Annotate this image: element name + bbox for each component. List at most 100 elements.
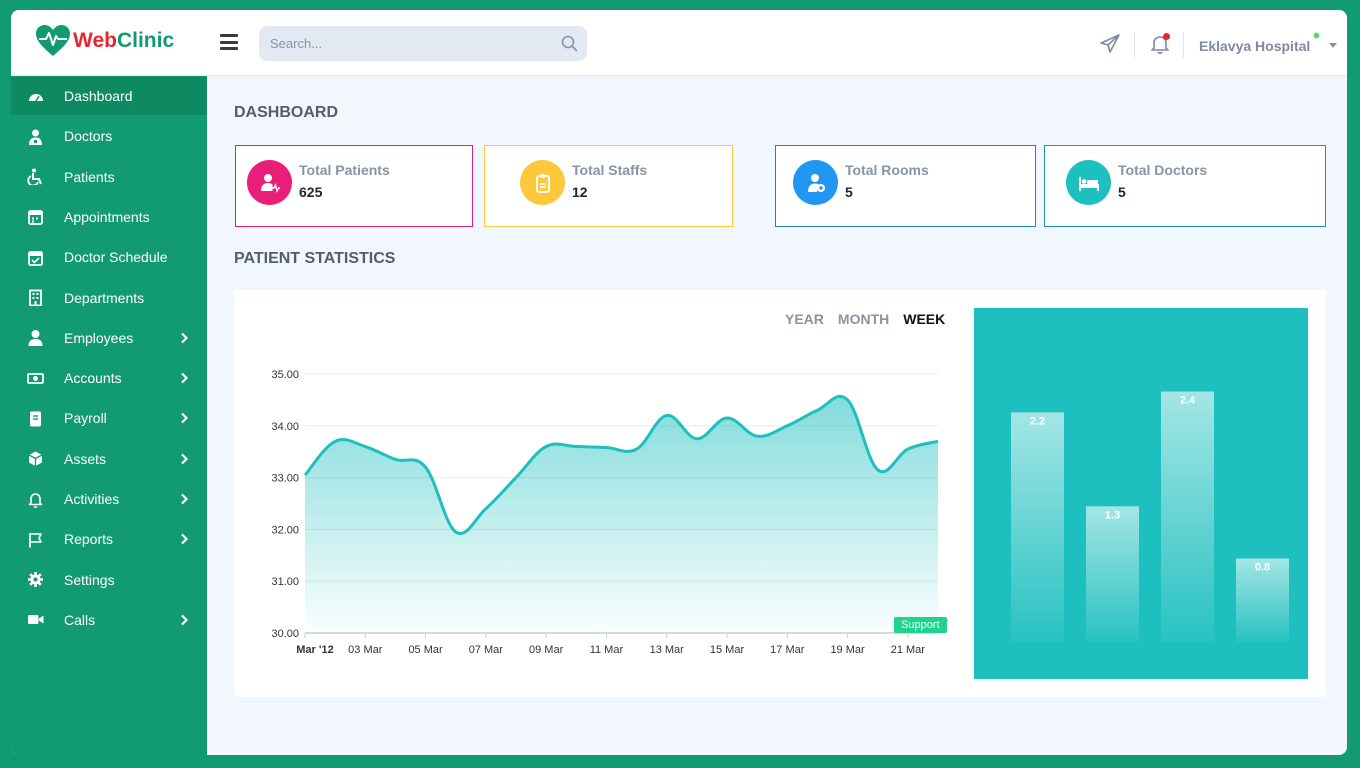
menu-toggle-icon[interactable] bbox=[220, 34, 238, 50]
header-divider bbox=[1183, 32, 1184, 58]
sidebar-item-activities[interactable]: Activities bbox=[11, 480, 207, 518]
bell-icon bbox=[28, 492, 43, 508]
sidebar-item-label: Departments bbox=[64, 289, 145, 306]
bar bbox=[1086, 506, 1139, 642]
y-tick-label: 32.00 bbox=[271, 524, 299, 536]
bar-chart: 2.2 1.3 2.4 0.8 bbox=[1011, 391, 1289, 642]
sidebar-item-label: Settings bbox=[64, 571, 115, 588]
user-menu[interactable]: Eklavya Hospital bbox=[1199, 38, 1310, 54]
stat-card-patients: Total Patients 625 bbox=[235, 145, 473, 227]
sidebar-item-departments[interactable]: Departments bbox=[11, 279, 207, 317]
section-title: PATIENT STATISTICS bbox=[234, 250, 396, 267]
chevron-right-icon bbox=[181, 493, 189, 505]
chevron-right-icon bbox=[181, 413, 189, 424]
sidebar-item-appointments[interactable]: Appointments bbox=[11, 198, 207, 236]
bar-value-label: 2.2 bbox=[1030, 415, 1045, 427]
sidebar-item-payroll[interactable]: Payroll bbox=[11, 399, 207, 437]
logo-web: Web bbox=[73, 29, 117, 52]
header-divider bbox=[1134, 32, 1135, 58]
sidebar-item-label: Patients bbox=[64, 168, 115, 185]
stat-label: Total Rooms bbox=[845, 162, 929, 178]
x-tick-label: 19 Mar bbox=[830, 644, 865, 656]
bed-icon bbox=[1066, 160, 1111, 205]
page-title: DASHBOARD bbox=[234, 104, 338, 121]
sidebar: Dashboard Doctors Patients Appointments Doct… bbox=[11, 76, 207, 755]
tab-year[interactable]: YEAR bbox=[785, 311, 824, 327]
flag-icon bbox=[29, 532, 42, 548]
x-tick-label: 05 Mar bbox=[408, 644, 443, 656]
search-icon[interactable] bbox=[561, 35, 578, 52]
online-status-dot bbox=[1313, 32, 1320, 39]
sidebar-item-patients[interactable]: Patients bbox=[11, 158, 207, 196]
x-tick-label: 13 Mar bbox=[650, 644, 685, 656]
sidebar-item-label: Assets bbox=[64, 450, 107, 467]
sidebar-item-label: Accounts bbox=[64, 370, 122, 387]
sidebar-item-doctors[interactable]: Doctors bbox=[11, 117, 207, 155]
x-tick-label: Mar '12 bbox=[296, 644, 333, 656]
building-icon bbox=[29, 289, 42, 306]
sidebar-item-accounts[interactable]: Accounts bbox=[11, 359, 207, 397]
sidebar-item-label: Payroll bbox=[64, 410, 107, 427]
search-input[interactable] bbox=[259, 26, 549, 61]
bar-value-label: 1.3 bbox=[1105, 509, 1120, 521]
gear-icon bbox=[28, 572, 43, 588]
period-tabs: YEAR MONTH WEEK bbox=[785, 311, 959, 327]
logo[interactable]: WebClinic bbox=[35, 24, 174, 58]
y-tick-label: 31.00 bbox=[271, 576, 299, 588]
badge-icon bbox=[520, 160, 565, 205]
patient-icon bbox=[247, 160, 292, 205]
x-tick-label: 21 Mar bbox=[891, 644, 926, 656]
sidebar-item-label: Reports bbox=[64, 531, 114, 548]
top-header: WebClinic Eklavya Hospital bbox=[11, 10, 1347, 76]
bar bbox=[1011, 412, 1064, 642]
stat-card-rooms: Total Rooms 5 bbox=[775, 145, 1036, 227]
stat-label: Total Staffs bbox=[572, 162, 648, 178]
stat-label: Total Doctors bbox=[1118, 162, 1208, 178]
tab-week[interactable]: WEEK bbox=[903, 311, 945, 327]
chevron-down-icon[interactable] bbox=[1329, 43, 1337, 48]
sidebar-item-label: Appointments bbox=[64, 208, 150, 225]
wheelchair-icon bbox=[27, 168, 42, 186]
video-icon bbox=[28, 615, 44, 625]
sidebar-item-reports[interactable]: Reports bbox=[11, 520, 207, 558]
money-icon bbox=[27, 372, 44, 384]
sidebar-item-label: Calls bbox=[64, 611, 96, 628]
sidebar-item-label: Employees bbox=[64, 329, 134, 346]
sidebar-item-calls[interactable]: Calls bbox=[11, 601, 207, 639]
stat-value: 5 bbox=[845, 184, 853, 200]
stat-value: 5 bbox=[1118, 184, 1126, 200]
bar-chart-panel: 2.2 1.3 2.4 0.8 bbox=[974, 308, 1308, 679]
x-tick-label: 07 Mar bbox=[469, 644, 504, 656]
book-icon bbox=[30, 411, 41, 427]
stat-value: 625 bbox=[299, 184, 323, 200]
notification-badge bbox=[1163, 33, 1170, 40]
sidebar-item-assets[interactable]: Assets bbox=[11, 440, 207, 478]
chevron-right-icon bbox=[181, 534, 189, 545]
sidebar-item-employees[interactable]: Employees bbox=[11, 319, 207, 357]
x-tick-label: 11 Mar bbox=[590, 644, 624, 656]
support-button[interactable]: Support bbox=[894, 617, 947, 633]
chevron-right-icon bbox=[181, 614, 189, 626]
sidebar-item-dashboard[interactable]: Dashboard bbox=[11, 77, 207, 115]
x-tick-label: 15 Mar bbox=[710, 644, 745, 656]
stat-card-staffs: Total Staffs 12 bbox=[484, 145, 733, 227]
series-area bbox=[305, 396, 938, 633]
calendar-check-icon bbox=[28, 250, 43, 266]
y-tick-label: 33.00 bbox=[271, 473, 299, 485]
sidebar-item-settings[interactable]: Settings bbox=[11, 561, 207, 599]
sidebar-item-label: Doctor Schedule bbox=[64, 249, 168, 266]
stat-label: Total Patients bbox=[299, 162, 390, 178]
bar-value-label: 2.4 bbox=[1180, 395, 1196, 407]
tab-month[interactable]: MONTH bbox=[838, 311, 889, 327]
chevron-right-icon bbox=[181, 453, 189, 464]
x-tick-label: 03 Mar bbox=[348, 644, 383, 656]
calendar-icon bbox=[28, 210, 43, 226]
user-plus-icon bbox=[793, 160, 838, 205]
send-icon[interactable] bbox=[1099, 33, 1121, 55]
sidebar-item-doctor-schedule[interactable]: Doctor Schedule bbox=[11, 238, 207, 276]
y-tick-label: 30.00 bbox=[271, 628, 299, 640]
logo-clinic: Clinic bbox=[116, 29, 175, 52]
area-chart: 30.00 31.00 32.00 33.00 34.00 35.00 Mar '12 03 … bbox=[271, 369, 939, 656]
sidebar-item-label: Activities bbox=[64, 491, 120, 507]
search-box bbox=[259, 26, 587, 61]
